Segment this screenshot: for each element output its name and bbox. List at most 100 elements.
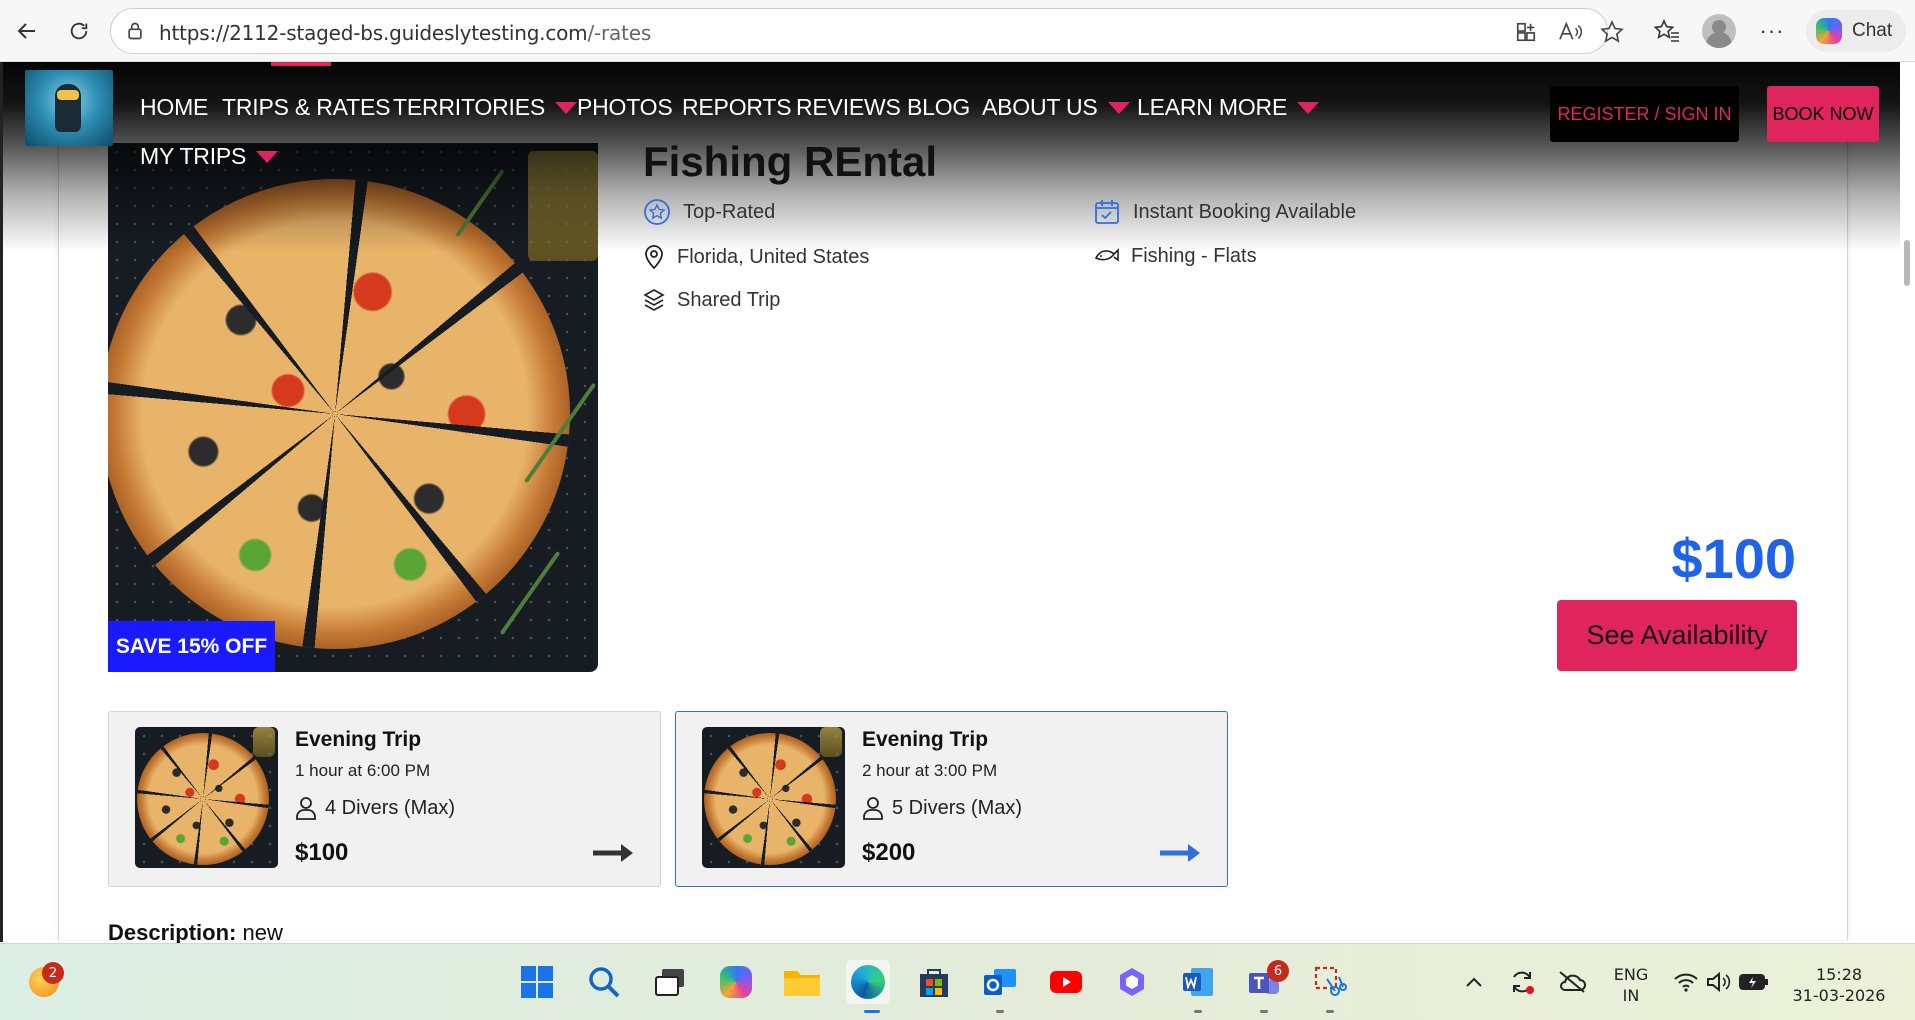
youtube-button[interactable] [1044,960,1088,1004]
snipping-tool-icon [1314,966,1347,996]
language-indicator[interactable]: ENG IN [1606,964,1656,1006]
file-explorer-button[interactable] [780,960,824,1004]
app-available-icon[interactable] [1513,19,1539,45]
site-header: HOME TRIPS & RATES TERRITORIES PHOTOS RE… [3,62,1900,252]
snipping-tool-button[interactable] [1308,960,1352,1004]
microsoft-store-button[interactable] [912,960,956,1004]
feature-instant-booking: Instant Booking Available [1093,198,1356,226]
nav-reviews[interactable]: REVIEWS [796,94,901,121]
site-logo[interactable] [25,70,113,146]
word-running-indicator [1194,1010,1202,1013]
edge-running-indicator [864,1010,880,1013]
nav-reports-label: REPORTS [682,94,792,120]
address-bar[interactable]: https://2112-staged-bs.guideslytesting.c… [110,8,1624,54]
scrollbar-track[interactable] [1900,62,1915,942]
dropdown-caret-icon [555,101,578,114]
url-host: https://2112-staged-bs.guideslytesting.c… [159,21,588,45]
battery-button[interactable] [1732,960,1776,1004]
profile-avatar[interactable] [1702,14,1736,48]
nav-reports[interactable]: REPORTS [682,94,792,121]
outlook-button[interactable] [978,960,1022,1004]
copilot-icon [1816,18,1842,44]
hexagon-app-icon [1120,968,1144,996]
star-badge-icon [644,199,670,225]
arrow-right-icon[interactable] [1160,842,1202,864]
trip-option-capacity-label: 4 Divers (Max) [325,796,456,819]
nav-learn-more-label: LEARN MORE [1137,94,1288,120]
nav-reviews-label: REVIEWS [796,94,901,120]
word-icon [1183,968,1213,996]
url-path: /-rates [587,21,652,45]
clock-time: 15:28 [1815,965,1863,984]
m365-app-button[interactable] [1110,960,1154,1004]
windows-taskbar: 2 6 ENG IN 15:28 31-03-2026 [0,943,1915,1020]
search-button[interactable] [582,960,626,1004]
outlook-icon [984,969,1016,995]
teams-running-indicator [1260,1010,1268,1013]
start-button[interactable] [515,960,559,1004]
show-hidden-icons-button[interactable] [1452,960,1496,1004]
speaker-icon [1707,971,1731,993]
description-label: Description: [108,920,237,945]
onedrive-button[interactable] [1550,960,1594,1004]
nav-photos[interactable]: PHOTOS [577,94,673,121]
read-aloud-icon[interactable] [1557,19,1583,45]
sync-status-button[interactable] [1500,960,1544,1004]
trip-option-card[interactable]: Evening Trip 1 hour at 6:00 PM 4 Divers … [108,711,661,887]
person-icon [863,797,883,820]
nav-blog[interactable]: BLOG [907,94,970,121]
trip-option-price: $200 [862,839,916,866]
chat-label: Chat [1852,20,1893,41]
person-icon [296,797,316,820]
widgets-badge: 2 [42,962,64,984]
region-code: IN [1622,986,1640,1005]
browser-toolbar: https://2112-staged-bs.guideslytesting.c… [0,0,1915,62]
snipping-running-indicator [1326,1010,1334,1013]
feature-instant-booking-label: Instant Booking Available [1133,200,1357,223]
sync-icon [1513,971,1534,994]
register-sign-in-button[interactable]: REGISTER / SIGN IN [1550,86,1739,142]
feature-trip-type-label: Shared Trip [677,288,781,311]
task-view-button[interactable] [648,960,692,1004]
trip-option-name: Evening Trip [862,728,989,751]
nav-trips-rates[interactable]: TRIPS & RATES [222,94,390,121]
dropdown-caret-icon [1107,101,1130,114]
battery-charging-icon [1739,974,1768,990]
active-nav-indicator [271,62,331,66]
trip-option-name: Evening Trip [295,728,422,751]
word-button[interactable] [1176,960,1220,1004]
feature-trip-type: Shared Trip [643,288,780,312]
clock[interactable]: 15:28 31-03-2026 [1784,964,1894,1006]
copilot-chat-button[interactable]: Chat [1806,10,1906,52]
trip-option-capacity: 4 Divers (Max) [295,796,455,820]
layers-icon [643,289,665,311]
refresh-button[interactable] [60,12,98,50]
refresh-icon [70,22,88,40]
back-button[interactable] [8,12,46,50]
favorites-button[interactable] [1648,12,1686,50]
book-now-button[interactable]: BOOK NOW [1767,86,1879,142]
clock-date: 31-03-2026 [1792,986,1886,1005]
nav-learn-more[interactable]: LEARN MORE [1137,94,1320,121]
teams-badge: 6 [1267,960,1289,982]
arrow-right-icon[interactable] [593,842,635,864]
edge-browser-button[interactable] [846,960,890,1004]
nav-territories-label: TERRITORIES [393,94,546,120]
more-menu-button[interactable]: ··· [1753,12,1791,50]
location-pin-icon [645,245,663,270]
folder-icon [784,971,820,996]
trip-option-price: $100 [295,839,349,866]
nav-territories[interactable]: TERRITORIES [393,94,578,121]
nav-home[interactable]: HOME [140,94,208,121]
see-availability-button[interactable]: See Availability [1557,600,1797,671]
calendar-check-icon [1095,200,1119,224]
favorite-star-icon[interactable] [1599,19,1625,45]
copilot-taskbar-button[interactable] [714,960,758,1004]
task-view-icon [655,969,684,996]
scrollbar-thumb[interactable] [1904,240,1910,286]
nav-about-us[interactable]: ABOUT US [982,94,1130,121]
nav-my-trips[interactable]: MY TRIPS [140,143,279,170]
dropdown-caret-icon [256,150,279,163]
nav-home-label: HOME [140,94,209,120]
trip-option-card-selected[interactable]: Evening Trip 2 hour at 3:00 PM 5 Divers … [675,711,1228,887]
